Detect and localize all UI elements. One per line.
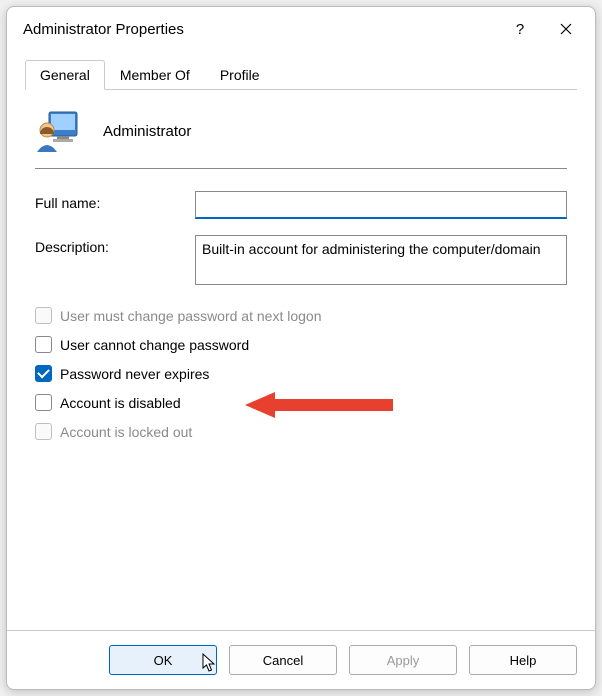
titlebar: Administrator Properties ? xyxy=(7,7,595,51)
close-icon[interactable] xyxy=(543,13,589,45)
check-label: Password never expires xyxy=(60,366,209,382)
checkbox-icon xyxy=(35,423,52,440)
check-disabled[interactable]: Account is disabled xyxy=(35,394,567,411)
description-row: Description: Built-in account for admini… xyxy=(35,235,567,285)
separator xyxy=(35,168,567,169)
account-name: Administrator xyxy=(103,123,191,140)
content-area: General Member Of Profile Admin xyxy=(7,51,595,630)
checkbox-icon[interactable] xyxy=(35,336,52,353)
help-button[interactable]: Help xyxy=(469,645,577,675)
check-never-expires[interactable]: Password never expires xyxy=(35,365,567,382)
tab-body: Administrator Full name: Description: Bu… xyxy=(25,90,577,630)
tab-general[interactable]: General xyxy=(25,60,105,90)
full-name-input[interactable] xyxy=(195,191,567,219)
account-header: Administrator xyxy=(35,104,567,168)
cancel-button[interactable]: Cancel xyxy=(229,645,337,675)
check-label: User cannot change password xyxy=(60,337,249,353)
check-must-change: User must change password at next logon xyxy=(35,307,567,324)
full-name-label: Full name: xyxy=(35,191,195,211)
checkbox-icon[interactable] xyxy=(35,365,52,382)
checkbox-icon[interactable] xyxy=(35,394,52,411)
window-title: Administrator Properties xyxy=(23,21,497,38)
properties-dialog: Administrator Properties ? General Membe… xyxy=(6,6,596,690)
apply-button[interactable]: Apply xyxy=(349,645,457,675)
annotation-arrow-icon xyxy=(245,390,395,423)
tab-member-of[interactable]: Member Of xyxy=(105,60,205,90)
checkbox-group: User must change password at next logon … xyxy=(35,307,567,440)
check-label: User must change password at next logon xyxy=(60,308,321,324)
ok-button[interactable]: OK xyxy=(109,645,217,675)
button-bar: OK Cancel Apply Help xyxy=(7,630,595,689)
check-label: Account is locked out xyxy=(60,424,192,440)
description-label: Description: xyxy=(35,235,195,255)
tabs: General Member Of Profile xyxy=(25,59,577,90)
user-icon xyxy=(35,108,81,154)
checkbox-icon xyxy=(35,307,52,324)
tab-profile[interactable]: Profile xyxy=(205,60,275,90)
check-cannot-change[interactable]: User cannot change password xyxy=(35,336,567,353)
help-icon[interactable]: ? xyxy=(497,13,543,45)
full-name-row: Full name: xyxy=(35,191,567,219)
check-label: Account is disabled xyxy=(60,395,181,411)
description-input[interactable]: Built-in account for administering the c… xyxy=(195,235,567,285)
check-locked-out: Account is locked out xyxy=(35,423,567,440)
